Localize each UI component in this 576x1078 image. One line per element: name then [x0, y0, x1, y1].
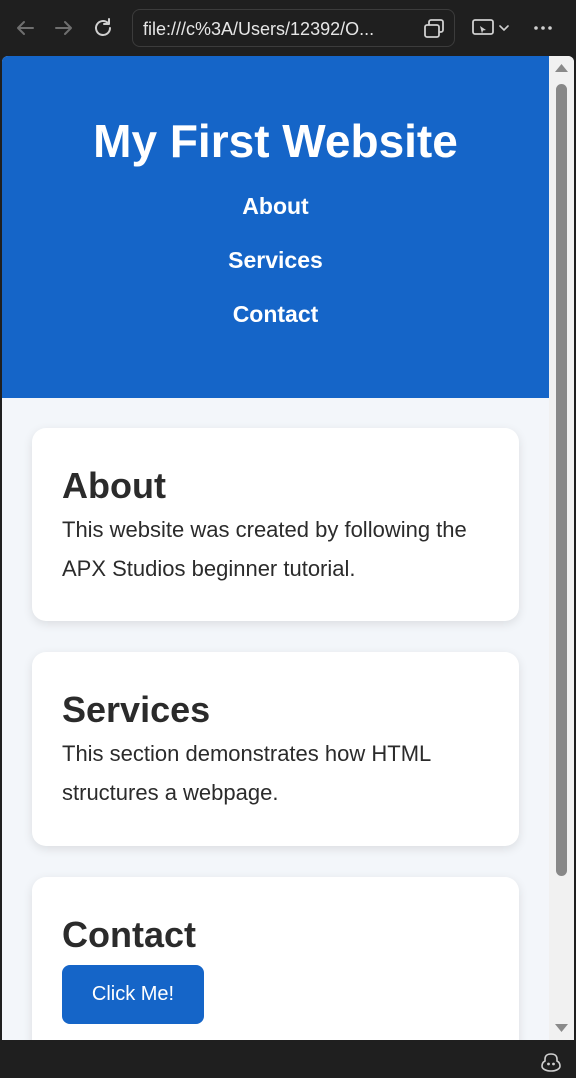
nav-link-services[interactable]: Services: [2, 246, 549, 274]
address-text[interactable]: file:///c%3A/Users/12392/O...: [143, 19, 413, 40]
scrollbar-thumb[interactable]: [556, 84, 567, 876]
address-bar[interactable]: file:///c%3A/Users/12392/O...: [132, 9, 455, 47]
arrow-left-icon[interactable]: [10, 13, 40, 43]
services-card: Services This section demonstrates how H…: [32, 652, 519, 846]
site-title: My First Website: [93, 115, 458, 167]
web-page: My First Website About Services Contact …: [2, 56, 549, 1040]
scrollbar[interactable]: [549, 56, 574, 1040]
nav-link-about[interactable]: About: [2, 192, 549, 220]
site-nav: About Services Contact: [2, 192, 549, 328]
page-viewport: My First Website About Services Contact …: [2, 56, 574, 1040]
services-text: This section demonstrates how HTML struc…: [62, 741, 431, 805]
tab-switch-icon[interactable]: [420, 15, 448, 43]
browser-bottom-bar: [0, 1046, 576, 1078]
copilot-icon[interactable]: [540, 1051, 562, 1078]
more-icon[interactable]: [528, 13, 558, 43]
click-me-button[interactable]: Click Me!: [62, 965, 204, 1024]
reload-icon[interactable]: [88, 13, 118, 43]
services-heading: Services: [62, 689, 211, 730]
contact-heading: Contact: [62, 914, 196, 955]
about-text: This website was created by following th…: [62, 517, 467, 581]
nav-link-contact[interactable]: Contact: [2, 300, 549, 328]
scroll-down-arrow-icon[interactable]: [554, 1022, 569, 1034]
site-header: My First Website About Services Contact: [2, 56, 549, 398]
about-card: About This website was created by follow…: [32, 428, 519, 621]
chevron-down-icon[interactable]: [494, 13, 514, 43]
scroll-up-arrow-icon[interactable]: [554, 62, 569, 74]
contact-card: Contact Click Me!: [32, 877, 519, 1040]
arrow-right-icon[interactable]: [49, 13, 79, 43]
browser-toolbar: file:///c%3A/Users/12392/O...: [0, 0, 576, 56]
about-heading: About: [62, 465, 166, 506]
